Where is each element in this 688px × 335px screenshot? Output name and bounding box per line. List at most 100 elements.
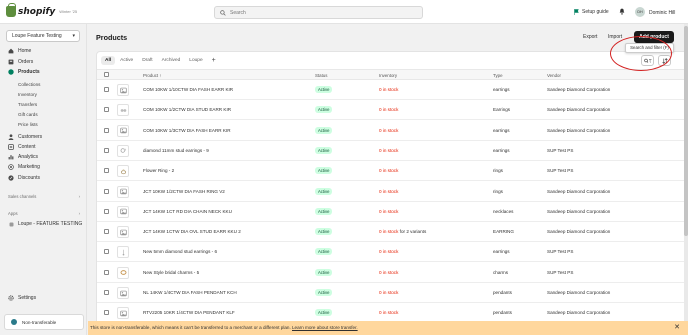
sales-channels-section[interactable]: Sales channels ›	[8, 194, 80, 199]
tab-all[interactable]: All	[101, 56, 116, 65]
tab-archived[interactable]: Archived	[158, 56, 185, 65]
sidebar-item-label: Products	[18, 69, 40, 75]
sidebar-subitem-transfers[interactable]: Transfers	[18, 100, 37, 109]
product-thumbnail[interactable]	[117, 165, 129, 178]
row-checkbox[interactable]	[104, 269, 109, 275]
row-checkbox[interactable]	[104, 87, 109, 92]
row-checkbox[interactable]	[104, 127, 109, 133]
product-name[interactable]: New 5mm diamond stud earrings - 6	[143, 249, 217, 254]
sidebar-item-customers[interactable]: Customers	[0, 132, 87, 142]
product-thumbnail[interactable]	[117, 104, 129, 117]
sidebar-subitem-collections[interactable]: Collections	[18, 80, 40, 89]
import-button[interactable]: Import	[608, 34, 622, 40]
shopify-logo[interactable]: shopify Winter '25	[6, 3, 77, 17]
row-checkbox[interactable]	[104, 290, 109, 295]
sales-channels-label: Sales channels	[8, 194, 37, 199]
product-type: earrings	[493, 249, 510, 255]
table-row[interactable]: COM 10KW 1/10CTW DIA FASH EARR KIR Active…	[97, 80, 687, 100]
product-thumbnail[interactable]	[117, 144, 129, 157]
export-button[interactable]: Export	[583, 34, 597, 40]
table-row[interactable]: Flower Ring - 2 Active 0 in stock rings SUP …	[97, 161, 687, 182]
product-name[interactable]: JCT 14KW 1CTW DIA OVL STUD EARR KKU 2	[143, 229, 241, 234]
sidebar-item-discounts[interactable]: Discounts	[0, 173, 87, 183]
product-name[interactable]: COM 10KW 1/3CTW DIA FASH EARR KIR	[143, 128, 231, 133]
product-thumbnail[interactable]	[117, 287, 129, 299]
product-thumbnail[interactable]	[117, 185, 129, 198]
product-name[interactable]: NL 14KW 1/4CTW DIA FASH PENDANT KCH	[143, 290, 237, 295]
image-placeholder-icon	[119, 290, 127, 297]
annotation-circle	[610, 36, 672, 71]
product-name[interactable]: JCT 14KW 1CT RD DIA CHAIN NECK KKU	[143, 209, 232, 214]
product-thumbnail[interactable]	[117, 226, 129, 239]
product-thumbnail[interactable]	[117, 266, 129, 279]
row-checkbox[interactable]	[104, 208, 109, 214]
scrollbar-thumb[interactable]	[684, 26, 688, 236]
tab-draft[interactable]: Draft	[138, 56, 156, 65]
setup-guide-button[interactable]: Setup guide	[574, 9, 609, 15]
row-checkbox[interactable]	[104, 168, 109, 174]
scrollbar[interactable]	[684, 24, 688, 321]
table-row[interactable]: JCT 14KW 1CTW DIA OVL STUD EARR KKU 2 Act…	[97, 222, 687, 243]
product-thumbnail[interactable]	[117, 246, 129, 259]
settings-button[interactable]: Settings	[8, 295, 36, 301]
non-transferable-badge[interactable]: Non-transferable	[4, 314, 84, 330]
sidebar-subitem-price-lists[interactable]: Price lists	[18, 120, 38, 129]
row-checkbox[interactable]	[104, 107, 109, 113]
sidebar-item-orders[interactable]: Orders	[0, 57, 87, 67]
tab-loupe[interactable]: Loupe	[185, 56, 206, 65]
table-row[interactable]: diamond 11mm stud earrings - 9 Active 0 in…	[97, 141, 687, 161]
row-checkbox[interactable]	[104, 310, 109, 316]
apps-section[interactable]: Apps ›	[8, 211, 80, 216]
row-checkbox[interactable]	[104, 147, 109, 153]
product-name[interactable]: COM 10KW 1/10CTW DIA FASH EARR KIR	[143, 87, 233, 92]
add-view-button[interactable]: +	[208, 57, 220, 64]
sidebar-item-loupe-app[interactable]: Loupe - FEATURE TESTING	[0, 219, 87, 229]
orders-icon	[8, 59, 14, 65]
product-name[interactable]: diamond 11mm stud earrings - 9	[143, 148, 209, 153]
row-checkbox[interactable]	[104, 188, 109, 194]
user-name[interactable]: Dominic Hill	[649, 10, 675, 16]
product-name[interactable]: JCT 10KW 1/2CTW DIA FASH RING V2	[143, 189, 225, 194]
banner-link[interactable]: Learn more about store transfer.	[292, 325, 358, 330]
sidebar-item-home[interactable]: Home	[0, 46, 87, 56]
table-row[interactable]: JCT 14KW 1CT RD DIA CHAIN NECK KKU Active…	[97, 202, 687, 222]
inventory-stock: 0 in stock	[379, 87, 399, 92]
table-row[interactable]: COM 10KW 1/2CTW DIA STUD EARR KIR Active 0…	[97, 100, 687, 121]
tab-active[interactable]: Active	[116, 56, 137, 65]
table-row[interactable]: NL 14KW 1/4CTW DIA FASH PENDANT KCH Activ…	[97, 283, 687, 303]
inventory-cell: 0 in stock	[379, 128, 398, 133]
setup-guide-label: Setup guide	[582, 9, 609, 15]
avatar[interactable]: DH	[635, 7, 645, 17]
product-name[interactable]: Flower Ring - 2	[143, 168, 174, 173]
close-icon[interactable]: ✕	[674, 323, 680, 331]
sidebar-item-analytics[interactable]: Analytics	[0, 152, 87, 162]
column-product[interactable]: Product ↑	[143, 73, 162, 78]
sidebar-subitem-inventory[interactable]: Inventory	[18, 90, 37, 99]
product-thumbnail[interactable]	[117, 124, 129, 137]
product-name[interactable]: RTV2205 10KR 1/4CTW DIA PENDANT KLF	[143, 310, 235, 315]
table-row[interactable]: New 5mm diamond stud earrings - 6 Active 0…	[97, 242, 687, 263]
inventory-stock: 0 in stock	[379, 127, 399, 133]
row-checkbox[interactable]	[104, 249, 109, 255]
product-name[interactable]: COM 10KW 1/2CTW DIA STUD EARR KIR	[143, 107, 231, 112]
product-thumbnail[interactable]	[117, 205, 129, 218]
product-name[interactable]: New Style bridal charms - 5	[143, 270, 199, 275]
sidebar-item-content[interactable]: Content	[0, 142, 87, 152]
tag-icon	[8, 69, 14, 75]
search-input[interactable]: Search	[214, 6, 423, 19]
table-row[interactable]: JCT 10KW 1/2CTW DIA FASH RING V2 Active 0 …	[97, 182, 687, 202]
chevron-right-icon: ›	[78, 194, 80, 199]
sidebar-item-marketing[interactable]: Marketing	[0, 162, 87, 172]
earring-drop-icon	[120, 249, 127, 256]
product-vendor: SUP Test PS	[547, 168, 574, 174]
table-row[interactable]: New Style bridal charms - 5 Active 0 in st…	[97, 263, 687, 283]
sidebar-item-products[interactable]: Products	[0, 67, 87, 77]
product-thumbnail[interactable]	[117, 307, 129, 320]
row-checkbox[interactable]	[104, 229, 109, 235]
bell-icon[interactable]	[619, 8, 625, 15]
product-thumbnail[interactable]	[117, 84, 129, 96]
store-selector[interactable]: Loupe Feature Testing ▾	[6, 30, 80, 42]
select-all-checkbox[interactable]	[104, 72, 109, 77]
sidebar-subitem-gift-cards[interactable]: Gift cards	[18, 110, 38, 119]
table-row[interactable]: COM 10KW 1/3CTW DIA FASH EARR KIR Active 0…	[97, 121, 687, 141]
